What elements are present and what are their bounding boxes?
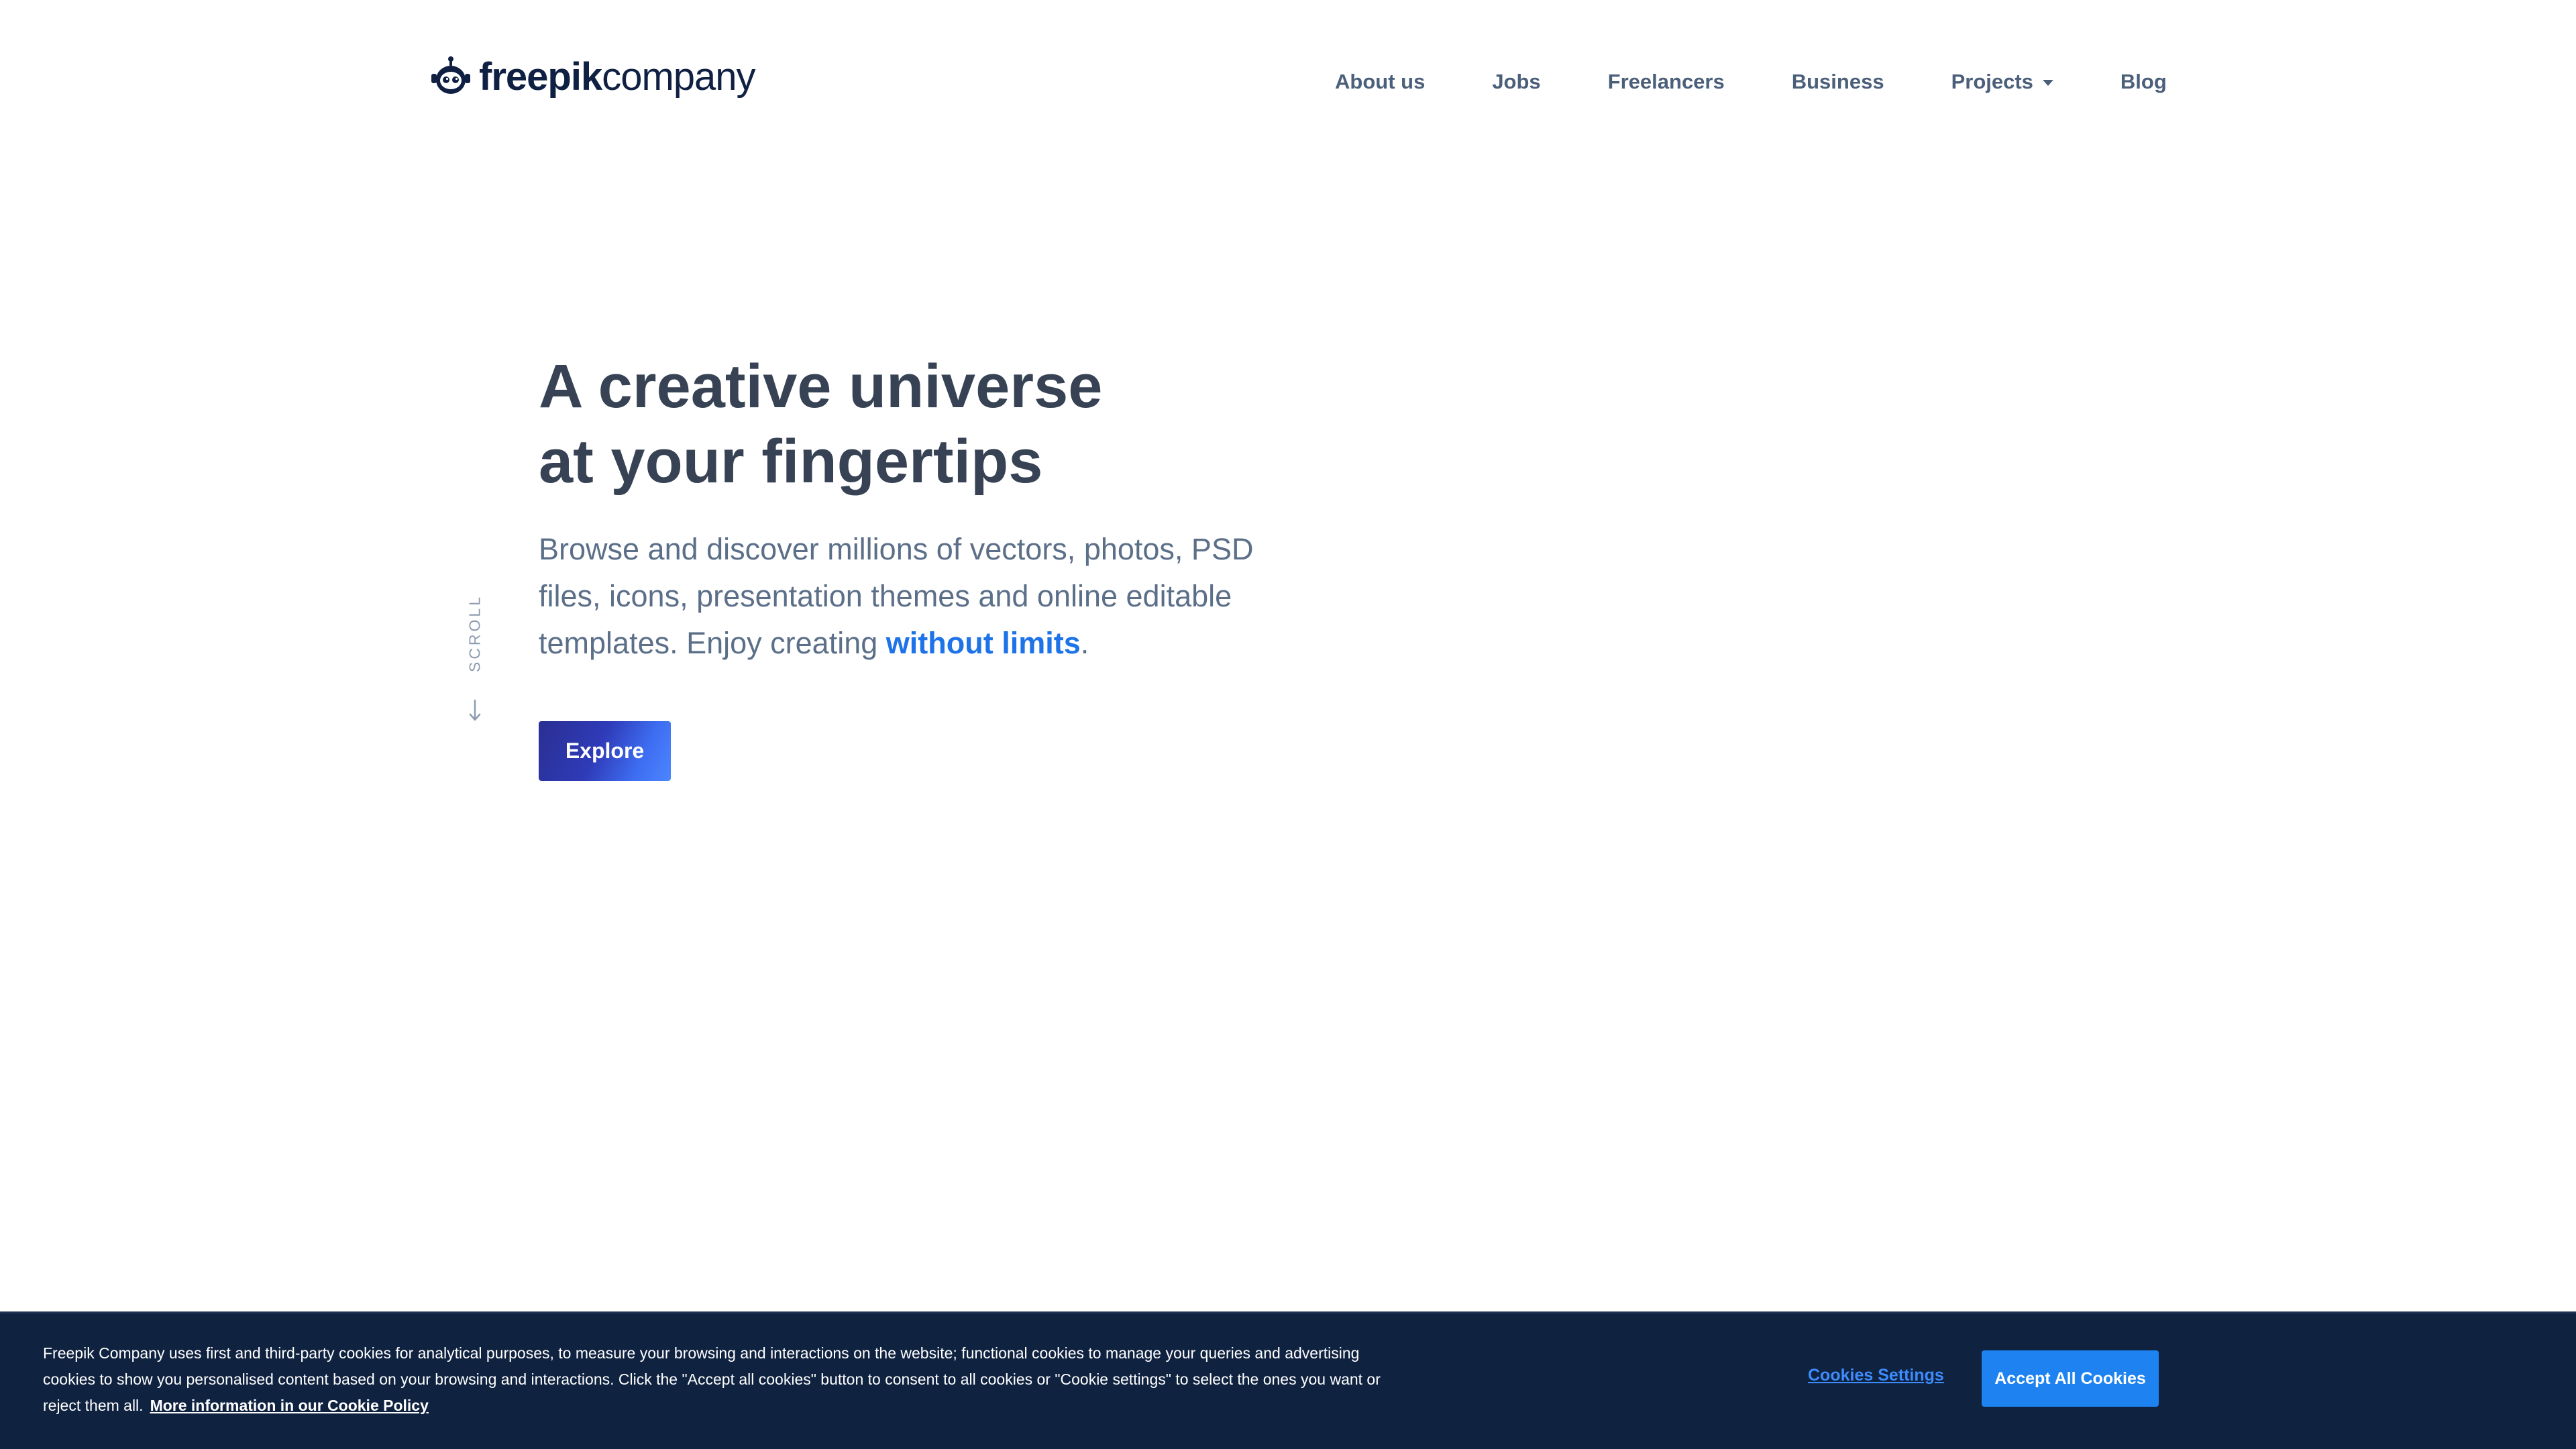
nav-projects-label: Projects — [1951, 70, 2033, 93]
nav-jobs-label: Jobs — [1492, 70, 1541, 93]
cookie-policy-link[interactable]: More information in our Cookie Policy — [150, 1397, 429, 1414]
hero-description-highlight: without limits — [885, 626, 1081, 660]
nav-about-us[interactable]: About us — [1335, 70, 1425, 94]
accept-all-cookies-button[interactable]: Accept All Cookies — [1982, 1350, 2159, 1407]
logo-wordmark: freepikcompany — [479, 55, 756, 99]
nav-jobs[interactable]: Jobs — [1492, 70, 1540, 94]
nav-blog-label: Blog — [2120, 70, 2167, 93]
page: freepikcompany About us Jobs Freelancers… — [0, 0, 2576, 1449]
nav-about-us-label: About us — [1335, 70, 1426, 93]
nav-projects-dropdown[interactable]: Projects — [1951, 70, 2053, 94]
freepik-mascot-icon — [431, 56, 470, 94]
cookies-settings-button[interactable]: Cookies Settings — [1808, 1366, 1944, 1385]
arrow-down-icon[interactable] — [467, 698, 483, 723]
cookie-banner: Freepik Company uses first and third-par… — [0, 1311, 2576, 1449]
caret-down-icon — [2042, 80, 2053, 86]
hero-title: A creative universe at your fingertips — [539, 349, 1344, 499]
freepik-company-logo[interactable]: freepikcompany — [429, 52, 756, 102]
main-nav: About us Jobs Freelancers Business Proje… — [1335, 66, 2167, 98]
scroll-indicator-label[interactable]: SCROLL — [466, 594, 484, 672]
explore-button[interactable]: Explore — [539, 721, 671, 781]
hero-title-line-1: A creative universe — [539, 352, 1103, 421]
nav-business[interactable]: Business — [1792, 70, 1884, 94]
nav-freelancers[interactable]: Freelancers — [1608, 70, 1725, 94]
hero-title-line-2: at your fingertips — [539, 427, 1043, 496]
hero-description: Browse and discover millions of vectors,… — [539, 526, 1297, 667]
cookie-banner-text: Freepik Company uses first and third-par… — [43, 1340, 1411, 1419]
nav-business-label: Business — [1791, 70, 1884, 93]
nav-blog[interactable]: Blog — [2121, 70, 2167, 94]
hero-description-end: . — [1080, 626, 1089, 660]
nav-freelancers-label: Freelancers — [1607, 70, 1725, 93]
